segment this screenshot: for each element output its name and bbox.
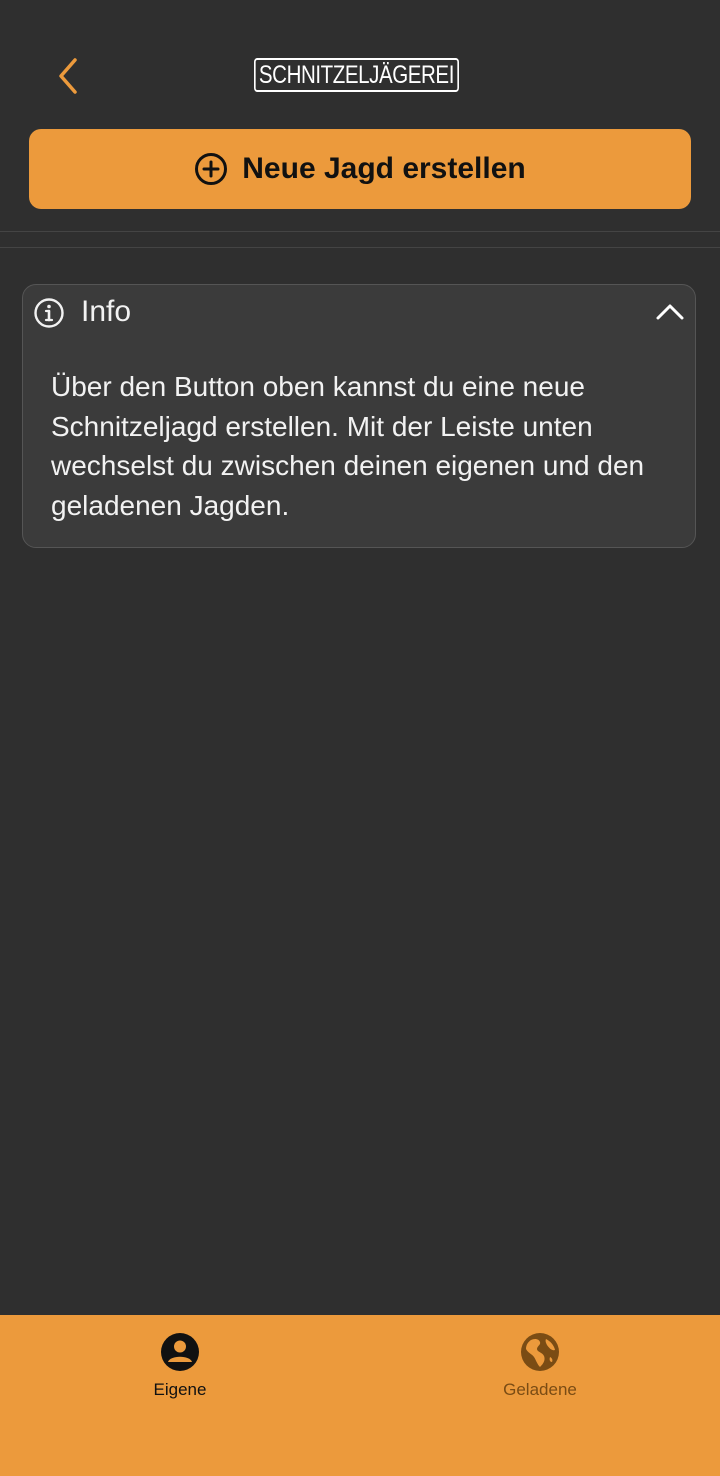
logo-wordmark: SCHNITZELJÄGEREI (254, 58, 459, 92)
info-panel-header[interactable]: Info (23, 285, 695, 343)
info-panel: Info Über den Button oben kannst du eine… (22, 284, 696, 548)
plus-circle-icon (195, 153, 228, 185)
create-hunt-label: Neue Jagd erstellen (242, 152, 526, 185)
bottom-tab-bar: Eigene Geladene (0, 1315, 720, 1476)
tab-eigene[interactable]: Eigene (80, 1315, 280, 1415)
section-divider (0, 247, 720, 248)
chevron-up-icon[interactable] (655, 299, 685, 323)
info-icon (34, 298, 64, 328)
info-panel-text: Über den Button oben kannst du eine neue… (51, 371, 645, 521)
globe-icon (521, 1333, 559, 1371)
back-button[interactable] (46, 52, 90, 100)
tab-geladene[interactable]: Geladene (440, 1315, 640, 1415)
info-panel-title: Info (81, 295, 132, 328)
header: SCHNITZELJÄGEREI Neue Jagd erstellen (0, 0, 720, 232)
create-hunt-button[interactable]: Neue Jagd erstellen (29, 129, 691, 209)
tab-geladene-label: Geladene (503, 1380, 577, 1399)
header-divider (0, 231, 720, 232)
chevron-left-icon (59, 58, 77, 94)
tab-eigene-label: Eigene (153, 1380, 207, 1399)
person-circle-icon (161, 1333, 199, 1371)
app-logo: SCHNITZELJÄGEREI (252, 44, 468, 106)
